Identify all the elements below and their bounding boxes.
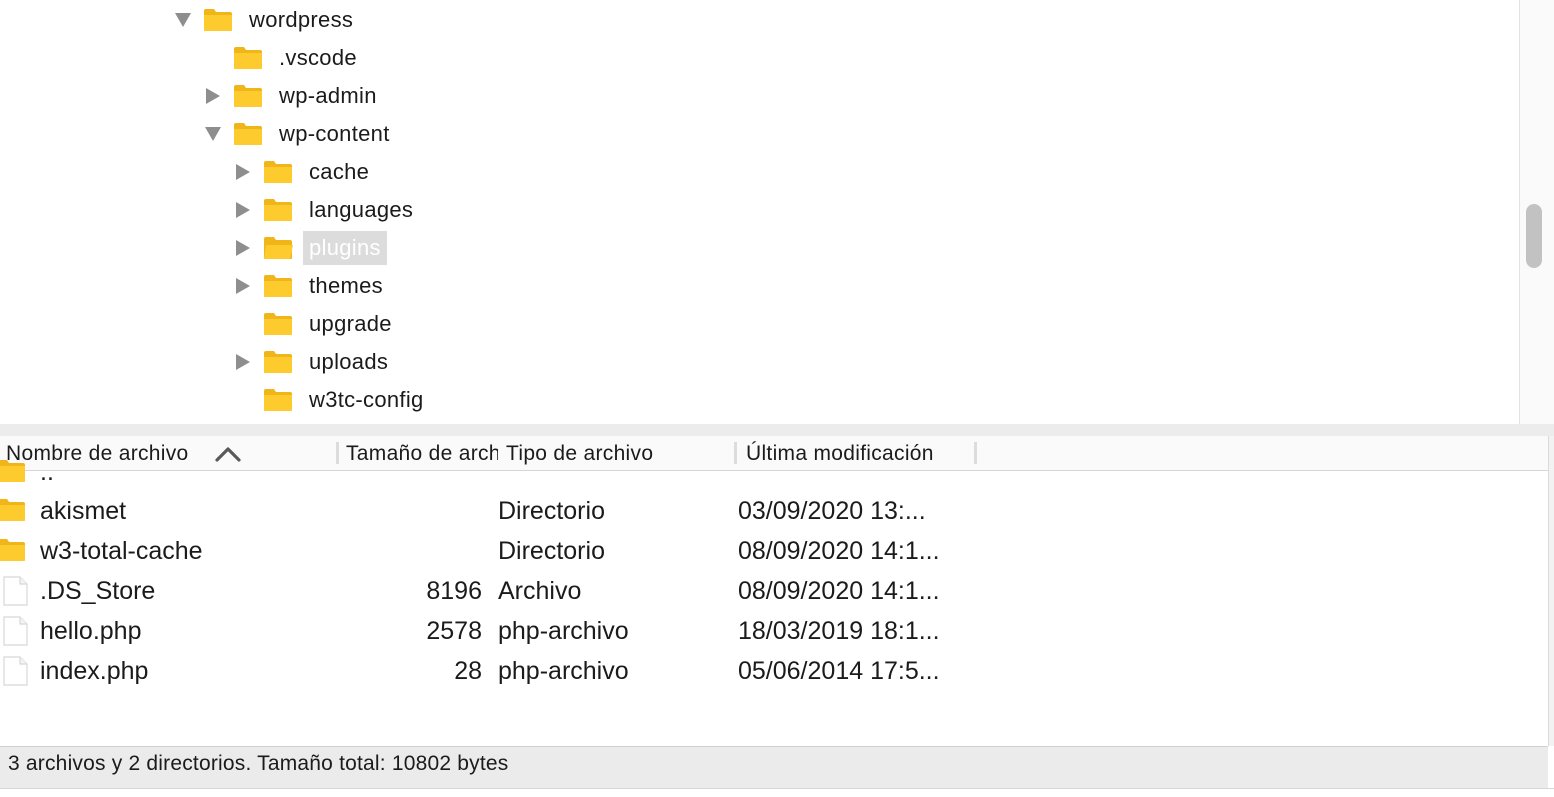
tree-item-label[interactable]: .vscode: [273, 41, 363, 75]
file-size: 8196: [426, 577, 482, 605]
tree-toggle-spacer: [203, 48, 223, 68]
tree-item-w3tc-config[interactable]: w3tc-config: [233, 381, 430, 419]
file-type: Directorio: [498, 537, 605, 565]
folder-icon: [263, 311, 293, 337]
status-bar: 3 archivos y 2 directorios. Tamaño total…: [0, 746, 1548, 789]
folder-icon: [233, 121, 263, 147]
tree-item-label[interactable]: wp-content: [273, 117, 396, 151]
folder-icon: [263, 273, 293, 299]
tree-item-label[interactable]: wordpress: [243, 3, 359, 37]
folder-icon: [263, 159, 293, 185]
file-icon: [2, 656, 28, 691]
file-row[interactable]: index.php 28 php-archivo 05/06/2014 17:5...: [0, 651, 1548, 691]
tree-item-label[interactable]: upgrade: [303, 307, 398, 341]
tree-item-wp-admin[interactable]: wp-admin: [203, 77, 383, 115]
file-modified: 05/06/2014 17:5...: [738, 657, 940, 685]
file-icon: [2, 616, 28, 651]
file-row[interactable]: w3-total-cache Directorio 08/09/2020 14:1.…: [0, 531, 1548, 571]
collapsed-triangle-icon[interactable]: [233, 200, 253, 220]
file-list[interactable]: Nombre de archivo Tamaño de archivo Tipo…: [0, 436, 1554, 746]
folder-icon: [263, 387, 293, 413]
tree-item-upgrade[interactable]: upgrade: [233, 305, 398, 343]
folder-icon: [0, 497, 26, 528]
file-list-border: [1548, 436, 1554, 746]
tree-toggle-spacer: [233, 390, 253, 410]
file-row[interactable]: akismet Directorio 03/09/2020 13:...: [0, 491, 1548, 531]
expanded-triangle-icon[interactable]: [173, 10, 193, 30]
file-name: w3-total-cache: [40, 537, 203, 565]
tree-scrollbar-thumb[interactable]: [1526, 204, 1542, 268]
collapsed-triangle-icon[interactable]: [233, 276, 253, 296]
file-name: hello.php: [40, 617, 142, 645]
file-modified: 08/09/2020 14:1...: [738, 537, 940, 565]
tree-item-cache[interactable]: cache: [233, 153, 375, 191]
tree-item-wordpress[interactable]: wordpress: [173, 1, 359, 39]
file-row[interactable]: ..: [0, 452, 1548, 492]
directory-tree[interactable]: wordpress .vscode wp-admin wp-content ca…: [0, 0, 1554, 425]
tree-item-languages[interactable]: languages: [233, 191, 419, 229]
tree-item-wp-content[interactable]: wp-content: [203, 115, 396, 153]
tree-item-label[interactable]: w3tc-config: [303, 383, 430, 417]
file-type: php-archivo: [498, 617, 629, 645]
folder-icon: [263, 349, 293, 375]
file-modified: 18/03/2019 18:1...: [738, 617, 940, 645]
folder-icon: [0, 458, 26, 489]
file-size: 28: [454, 657, 482, 685]
tree-item-themes[interactable]: themes: [233, 267, 389, 305]
tree-item-label[interactable]: cache: [303, 155, 375, 189]
folder-open-icon: [263, 235, 293, 261]
status-text: 3 archivos y 2 directorios. Tamaño total…: [8, 752, 509, 775]
file-icon: [2, 576, 28, 611]
file-modified: 03/09/2020 13:...: [738, 497, 926, 525]
file-size: 2578: [426, 617, 482, 645]
file-modified: 08/09/2020 14:1...: [738, 577, 940, 605]
file-row[interactable]: hello.php 2578 php-archivo 18/03/2019 18:1.…: [0, 611, 1548, 651]
file-row[interactable]: .DS_Store 8196 Archivo 08/09/2020 14:1...: [0, 571, 1548, 611]
collapsed-triangle-icon[interactable]: [233, 352, 253, 372]
folder-icon: [233, 45, 263, 71]
collapsed-triangle-icon[interactable]: [203, 86, 223, 106]
tree-item-label[interactable]: uploads: [303, 345, 394, 379]
folder-icon: [233, 83, 263, 109]
file-name: .DS_Store: [40, 577, 156, 605]
tree-item-plugins[interactable]: plugins: [233, 229, 387, 267]
tree-item-uploads[interactable]: uploads: [233, 343, 394, 381]
tree-toggle-spacer: [233, 314, 253, 334]
tree-item-label[interactable]: wp-admin: [273, 79, 383, 113]
file-type: Archivo: [498, 577, 582, 605]
tree-item-vscode[interactable]: .vscode: [203, 39, 363, 77]
folder-icon: [203, 7, 233, 33]
file-type: Directorio: [498, 497, 605, 525]
collapsed-triangle-icon[interactable]: [233, 162, 253, 182]
tree-item-label[interactable]: plugins: [303, 231, 387, 265]
file-name: ..: [40, 458, 54, 486]
file-type: php-archivo: [498, 657, 629, 685]
collapsed-triangle-icon[interactable]: [233, 238, 253, 258]
file-name: akismet: [40, 497, 127, 525]
folder-icon: [263, 197, 293, 223]
expanded-triangle-icon[interactable]: [203, 124, 223, 144]
tree-item-label[interactable]: languages: [303, 193, 419, 227]
folder-icon: [0, 537, 26, 568]
tree-item-label[interactable]: themes: [303, 269, 389, 303]
file-name: index.php: [40, 657, 149, 685]
